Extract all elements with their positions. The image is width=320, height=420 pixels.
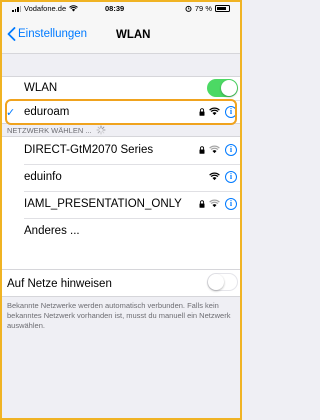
screenshot-border [0,0,242,420]
